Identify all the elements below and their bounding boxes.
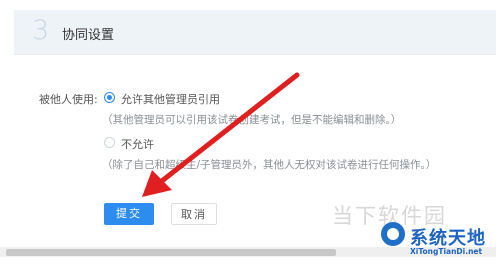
cancel-button[interactable]: 取消 (171, 203, 217, 225)
allow-reference-label[interactable]: 允许其他管理员引用 (121, 91, 220, 107)
watermark-logo-icon (381, 222, 405, 246)
allow-reference-radio[interactable] (104, 92, 115, 103)
disallow-label[interactable]: 不允许 (121, 136, 154, 152)
section-header: 3 协同设置 (14, 10, 496, 54)
allow-reference-hint: （其他管理员可以引用该试卷创建考试，但是不能编辑和删除。） (102, 114, 402, 126)
watermark-brand-url: XiTongTianDi.net (410, 247, 483, 256)
disallow-hint: （除了自己和超级主/子管理员外，其他人无权对该试卷进行任何操作。） (102, 159, 437, 171)
section-number: 3 (32, 15, 50, 46)
disallow-radio[interactable] (104, 137, 115, 148)
scrollbar-thumb[interactable] (6, 249, 336, 256)
section-divider (14, 54, 496, 55)
submit-button[interactable]: 提交 (104, 203, 154, 225)
section-title: 协同设置 (62, 28, 115, 43)
usage-label: 被他人使用: (39, 93, 98, 106)
